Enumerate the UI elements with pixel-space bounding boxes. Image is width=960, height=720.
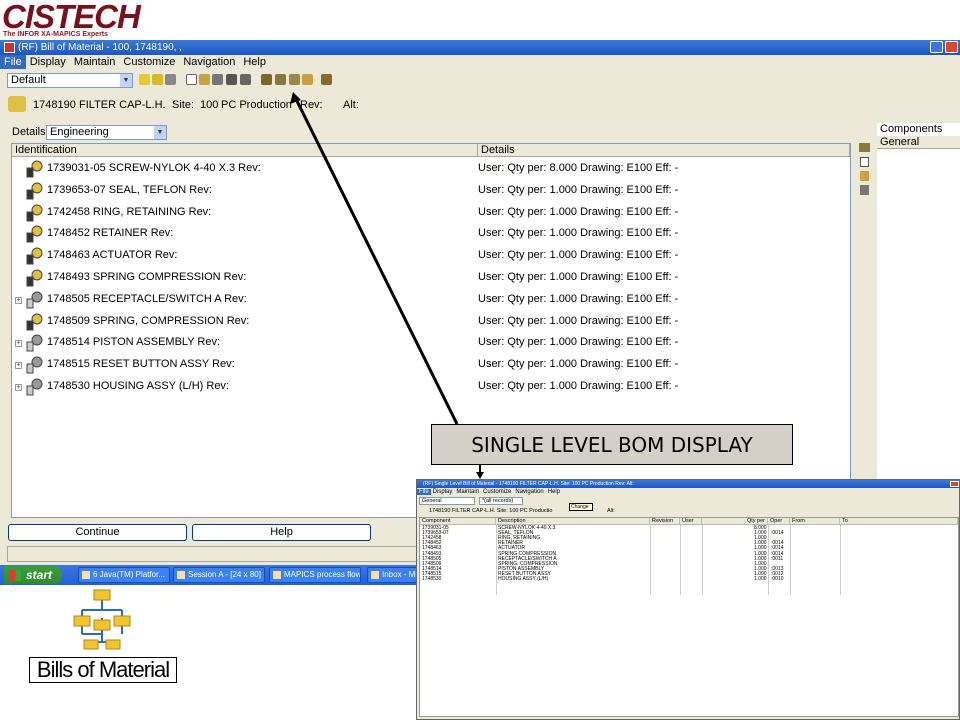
inset-grid: Component Description Revision User Qty per O… bbox=[419, 517, 959, 717]
inset-header: Oper bbox=[768, 518, 790, 525]
inset-menu-customize: Customize bbox=[483, 489, 512, 495]
inset-cell-oper: :0010 bbox=[771, 576, 784, 582]
inset-header: From bbox=[790, 518, 840, 525]
inset-menu-navigation: Navigation bbox=[515, 489, 544, 495]
callout-label: SINGLE LEVEL BOM DISPLAY bbox=[431, 424, 793, 465]
inset-row: 1748530 HOUSING ASSY (L/H) 1.000 :0010 bbox=[420, 577, 958, 582]
inset-header: User bbox=[680, 518, 702, 525]
inset-menu-display: Display bbox=[432, 489, 453, 495]
inset-menu-maintain: Maintain bbox=[456, 489, 480, 495]
inset-cell-description: HOUSING ASSY (L/H) bbox=[498, 576, 549, 582]
single-level-bom-inset: (RF) Single Level Bill of Material - 174… bbox=[416, 479, 960, 720]
inset-item-text: 1748190 FILTER CAP-L.H. Site: 100 PC Pro… bbox=[429, 508, 553, 514]
inset-filter-select: *(all records) bbox=[479, 497, 523, 505]
inset-cell-component: 1748530 bbox=[422, 576, 442, 582]
inset-menu-bar: File Display Maintain Customize Navigation He… bbox=[417, 488, 960, 496]
inset-view-select: General bbox=[419, 497, 475, 505]
inset-item-info: 1748190 FILTER CAP-L.H. Site: 100 PC Pro… bbox=[417, 506, 960, 516]
inset-alt-label: Alt: bbox=[607, 508, 615, 514]
inset-menu-file: File bbox=[417, 489, 431, 495]
inset-header: Revision bbox=[650, 518, 680, 525]
inset-header: Component bbox=[420, 518, 496, 525]
inset-change-tooltip: Change bbox=[569, 503, 593, 511]
inset-title: (RF) Single Level Bill of Material - 174… bbox=[417, 480, 960, 488]
inset-header: To bbox=[840, 518, 958, 525]
inset-close-icon bbox=[950, 481, 959, 487]
inset-cell-qty: 1.000 bbox=[754, 576, 767, 582]
inset-toolbar: General *(all records) Change bbox=[417, 496, 960, 511]
inset-header: Qty per bbox=[702, 518, 768, 525]
inset-menu-help: Help bbox=[547, 489, 561, 495]
inset-header: Description bbox=[496, 518, 650, 525]
